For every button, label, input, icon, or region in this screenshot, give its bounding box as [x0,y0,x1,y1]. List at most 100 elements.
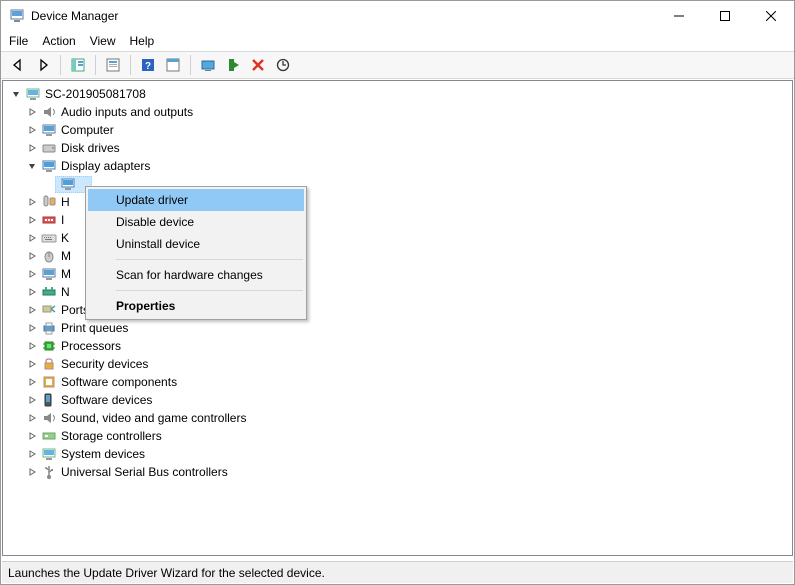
context-menu-label: Scan for hardware changes [116,268,263,282]
caret-down-icon[interactable] [25,159,39,173]
caret-right-icon[interactable] [25,249,39,263]
toolbar-separator [190,55,191,75]
show-hide-tree-button[interactable] [67,54,89,76]
system-device-icon [41,446,57,462]
tree-root[interactable]: SC-201905081708 [9,85,792,103]
back-button[interactable] [7,54,29,76]
cpu-icon [41,338,57,354]
tree-item[interactable]: Storage controllers [9,427,792,445]
storage-controller-icon [41,428,57,444]
context-menu-properties[interactable]: Properties [88,295,304,317]
computer-icon [41,122,57,138]
software-device-icon [41,392,57,408]
tree-item[interactable]: Disk drives [9,139,792,157]
enable-device-button[interactable] [222,54,244,76]
menu-action[interactable]: Action [42,34,75,48]
caret-right-icon[interactable] [25,321,39,335]
action-center-button[interactable] [162,54,184,76]
tree-item-label: M [61,247,71,265]
caret-right-icon[interactable] [25,465,39,479]
audio-icon [41,104,57,120]
tree-item[interactable]: Print queues [9,319,792,337]
tree-item-label [80,175,83,193]
network-icon [41,284,57,300]
printer-icon [41,320,57,336]
tree-item[interactable]: Software devices [9,391,792,409]
context-menu-scan-hardware[interactable]: Scan for hardware changes [88,264,304,286]
tree-item-label: K [61,229,69,247]
uninstall-device-button[interactable] [247,54,269,76]
caret-right-icon[interactable] [25,393,39,407]
tree-item-label: H [61,193,70,211]
keyboard-icon [41,230,57,246]
tree-item[interactable]: System devices [9,445,792,463]
tree-item[interactable]: Sound, video and game controllers [9,409,792,427]
tree-item[interactable]: Processors [9,337,792,355]
tree-item-label: Processors [61,337,121,355]
toolbar-separator [95,55,96,75]
tree-item-label: System devices [61,445,145,463]
context-menu-label: Uninstall device [116,237,200,251]
caret-right-icon[interactable] [25,447,39,461]
maximize-button[interactable] [702,1,748,31]
tree-item-label: Security devices [61,355,148,373]
context-menu-uninstall-device[interactable]: Uninstall device [88,233,304,255]
caret-right-icon[interactable] [25,105,39,119]
caret-right-icon[interactable] [25,357,39,371]
context-menu-disable-device[interactable]: Disable device [88,211,304,233]
menu-file[interactable]: File [9,34,28,48]
status-text: Launches the Update Driver Wizard for th… [8,566,325,580]
tree-item[interactable]: Software components [9,373,792,391]
toolbar-separator [60,55,61,75]
caret-down-icon[interactable] [9,87,23,101]
tree-item-label: Storage controllers [61,427,162,445]
help-button[interactable]: ? [137,54,159,76]
context-menu-label: Properties [116,299,175,313]
tree-item[interactable]: Security devices [9,355,792,373]
tree-item-label: Disk drives [61,139,120,157]
ports-icon [41,302,57,318]
display-icon [60,176,76,192]
tree-item[interactable]: Audio inputs and outputs [9,103,792,121]
display-icon [41,158,57,174]
properties-button[interactable] [102,54,124,76]
tree-item-label: Software components [61,373,177,391]
tree-item[interactable]: Universal Serial Bus controllers [9,463,792,481]
tree-item[interactable]: Computer [9,121,792,139]
tree-panel: SC-201905081708 Audio inputs and outputs… [2,80,793,556]
context-menu-update-driver[interactable]: Update driver [88,189,304,211]
caret-right-icon[interactable] [25,303,39,317]
speaker-icon [41,410,57,426]
menu-view[interactable]: View [90,34,116,48]
caret-right-icon[interactable] [25,429,39,443]
svg-text:?: ? [145,61,151,72]
toolbar-separator [130,55,131,75]
caret-right-icon[interactable] [25,141,39,155]
caret-right-icon[interactable] [25,339,39,353]
minimize-button[interactable] [656,1,702,31]
scan-hardware-button[interactable] [272,54,294,76]
caret-right-icon[interactable] [25,411,39,425]
tree-item-display-adapters[interactable]: Display adapters [9,157,792,175]
lock-icon [41,356,57,372]
menu-help[interactable]: Help [130,34,155,48]
caret-right-icon[interactable] [25,213,39,227]
title-bar: Device Manager [1,1,794,31]
tree-item-label: Software devices [61,391,152,409]
mouse-icon [41,248,57,264]
caret-right-icon[interactable] [25,195,39,209]
caret-right-icon[interactable] [25,123,39,137]
close-button[interactable] [748,1,794,31]
tree-item-label: Print queues [61,319,128,337]
forward-button[interactable] [32,54,54,76]
window-title: Device Manager [31,9,118,23]
caret-right-icon[interactable] [25,267,39,281]
update-driver-button[interactable] [197,54,219,76]
toolbar: ? [1,51,794,79]
caret-right-icon[interactable] [25,375,39,389]
caret-right-icon[interactable] [25,231,39,245]
monitor-icon [41,266,57,282]
caret-right-icon[interactable] [25,285,39,299]
context-menu-separator [116,259,303,260]
component-icon [41,374,57,390]
